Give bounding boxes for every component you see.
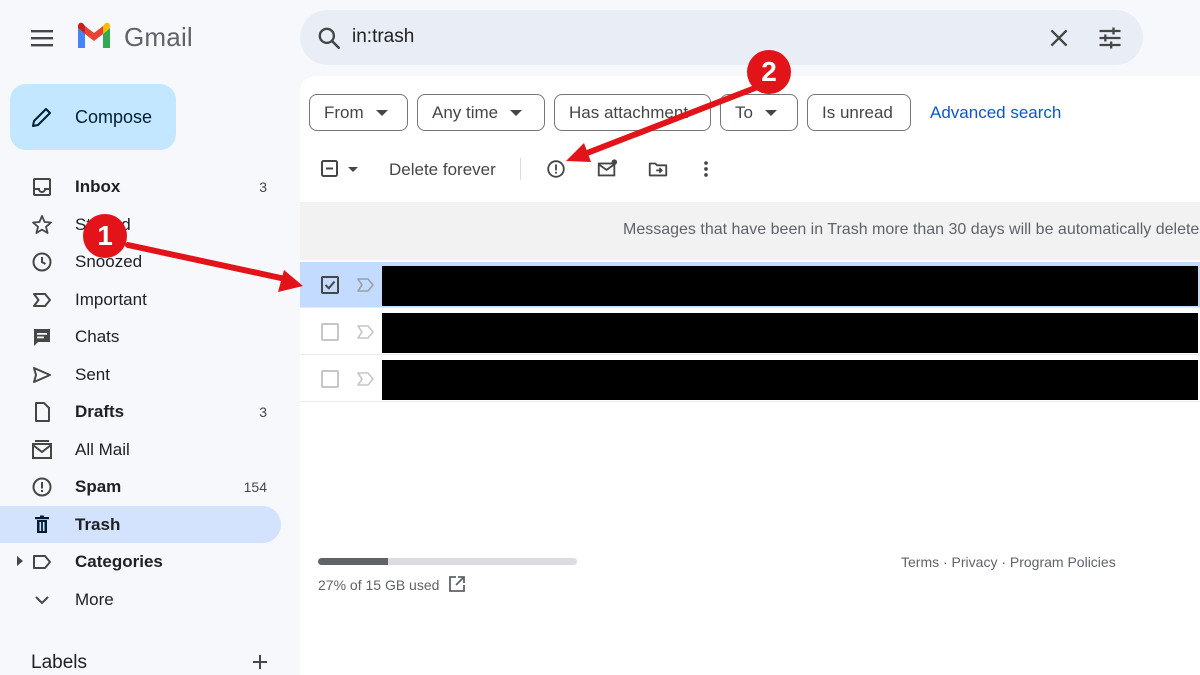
annotation-badge-2: 2 <box>747 50 791 94</box>
more-vert-icon[interactable] <box>695 158 717 180</box>
sidebar-item-label: Drafts <box>75 402 125 421</box>
sidebar-item-label: Sent <box>75 365 110 384</box>
spam-count: 154 <box>243 479 267 495</box>
importance-marker-icon[interactable] <box>356 371 376 387</box>
filter-from-chip[interactable]: From <box>309 94 408 131</box>
sidebar-item-all-mail[interactable]: All Mail <box>0 431 281 468</box>
important-icon <box>33 293 51 307</box>
footer-links[interactable]: Terms · Privacy · Program Policies <box>901 554 1116 570</box>
chat-icon <box>34 329 50 346</box>
sidebar-item-chats[interactable]: Chats <box>0 318 281 355</box>
gmail-m-icon <box>78 22 110 48</box>
sidebar-item-label: All Mail <box>75 440 130 459</box>
move-to-folder-icon[interactable] <box>647 158 669 180</box>
add-label-icon[interactable] <box>250 652 270 672</box>
sidebar-item-more[interactable]: More <box>0 581 281 618</box>
filter-to-chip[interactable]: To <box>720 94 798 131</box>
search-icon[interactable] <box>316 25 342 51</box>
checkmark-icon <box>324 280 336 290</box>
dropdown-arrow-icon <box>764 109 777 116</box>
star-icon <box>32 215 52 234</box>
send-icon <box>33 367 51 383</box>
sidebar-item-important[interactable]: Important <box>0 281 281 318</box>
all-mail-icon <box>32 440 52 459</box>
annotation-badge-1: 1 <box>83 214 127 258</box>
search-input[interactable]: in:trash <box>352 26 414 48</box>
mark-unread-icon[interactable] <box>596 158 618 180</box>
label-icon <box>33 555 51 569</box>
storage-usage-text: 27% of 15 GB used <box>318 577 440 593</box>
sidebar-item-label: Important <box>75 290 147 309</box>
hamburger-icon <box>31 30 53 47</box>
importance-marker-icon[interactable] <box>356 277 376 293</box>
message-row[interactable] <box>300 262 1200 308</box>
expand-caret-icon[interactable] <box>16 555 24 567</box>
sidebar-item-label: Spam <box>75 477 122 496</box>
compose-label: Compose <box>75 107 153 127</box>
trash-notice-text: Messages that have been in Trash more th… <box>623 221 1200 238</box>
inbox-icon <box>33 178 51 196</box>
clear-search-icon[interactable] <box>1046 25 1072 51</box>
report-spam-icon[interactable] <box>545 158 567 180</box>
dropdown-arrow-icon <box>510 109 523 116</box>
chip-label: From <box>324 102 364 122</box>
sidebar-item-label: Trash <box>75 515 121 534</box>
chip-label: Is unread <box>822 102 893 122</box>
unread-count: 3 <box>259 179 267 195</box>
sidebar-item-categories[interactable]: Categories <box>0 543 281 580</box>
row-checkbox[interactable] <box>321 370 339 388</box>
filter-has-attachment-chip[interactable]: Has attachment <box>554 94 711 131</box>
search-options-icon[interactable] <box>1096 24 1124 52</box>
app-name: Gmail <box>124 22 193 52</box>
sidebar-item-label: More <box>75 590 114 609</box>
main-panel: From Any time Has attachment To Is unrea… <box>300 76 1200 675</box>
trash-icon <box>35 515 49 533</box>
draft-file-icon <box>35 402 50 422</box>
sidebar-item-label: Inbox <box>75 177 121 196</box>
storage-usage-bar <box>318 558 577 565</box>
sidebar-item-inbox[interactable]: Inbox 3 <box>0 168 281 205</box>
chip-label: Has attachment <box>569 102 689 122</box>
message-row[interactable] <box>300 309 1200 355</box>
redacted-message-content <box>382 266 1198 306</box>
labels-heading: Labels <box>31 652 87 673</box>
redacted-message-content <box>382 360 1198 400</box>
compose-button[interactable]: Compose <box>10 84 176 150</box>
sidebar-item-drafts[interactable]: Drafts 3 <box>0 393 281 430</box>
sidebar-item-starred[interactable]: Starred <box>0 206 281 243</box>
chevron-down-icon <box>35 596 49 605</box>
main-menu-button[interactable] <box>26 22 58 54</box>
sidebar-item-snoozed[interactable]: Snoozed <box>0 243 281 280</box>
trash-notice: Messages that have been in Trash more th… <box>300 202 1200 260</box>
storage-usage-fill <box>318 558 388 565</box>
toolbar-divider <box>520 158 521 180</box>
importance-marker-icon[interactable] <box>356 324 376 340</box>
sidebar-item-label: Categories <box>75 552 163 571</box>
gmail-logo[interactable] <box>76 22 112 52</box>
clock-icon <box>32 252 52 272</box>
delete-forever-button[interactable]: Delete forever <box>389 160 496 180</box>
filter-is-unread-chip[interactable]: Is unread <box>807 94 911 131</box>
dropdown-arrow-icon <box>375 109 388 116</box>
select-all-checkbox[interactable] <box>320 159 360 179</box>
sidebar-item-sent[interactable]: Sent <box>0 356 281 393</box>
advanced-search-link[interactable]: Advanced search <box>930 103 1061 123</box>
redacted-message-content <box>382 313 1198 353</box>
draft-count: 3 <box>259 404 267 420</box>
message-row[interactable] <box>300 356 1200 402</box>
row-checkbox[interactable] <box>321 276 339 294</box>
sidebar-item-trash[interactable]: Trash <box>0 506 281 543</box>
sidebar-item-label: Chats <box>75 327 120 346</box>
filter-any-time-chip[interactable]: Any time <box>417 94 545 131</box>
chip-label: Any time <box>432 102 499 122</box>
open-in-new-icon[interactable] <box>448 575 466 593</box>
chip-label: To <box>735 102 753 122</box>
select-partial-icon <box>321 160 358 177</box>
pencil-icon <box>32 108 51 127</box>
search-bar[interactable]: in:trash <box>300 10 1143 65</box>
row-checkbox[interactable] <box>321 323 339 341</box>
sidebar-item-spam[interactable]: Spam 154 <box>0 468 281 505</box>
report-spam-icon <box>32 477 52 497</box>
